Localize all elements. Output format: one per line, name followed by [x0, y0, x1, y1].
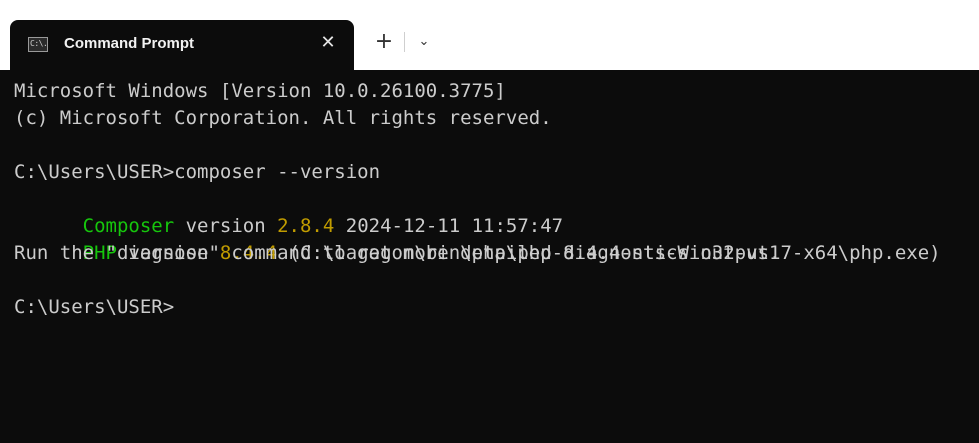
composer-version-line: Composer version 2.8.4 2024-12-11 11:57:… [14, 186, 563, 237]
php-version-line: PHP version 8.4.4 (C:\laragon\bin\php\ph… [14, 213, 941, 264]
cmd-icon-text: C:\. [30, 39, 48, 48]
output-line: Microsoft Windows [Version 10.0.26100.37… [14, 80, 506, 102]
close-icon[interactable]: ✕ [317, 32, 339, 54]
terminal-output[interactable]: Microsoft Windows [Version 10.0.26100.37… [0, 70, 979, 443]
new-tab-button[interactable]: + [371, 29, 397, 55]
terminal-window: C:\. Command Prompt ✕ + ⌄ Microsoft Wind… [0, 0, 979, 443]
command-line: C:\Users\USER>composer --version [14, 161, 381, 183]
output-line: Run the "diagnose" command to get more d… [14, 242, 781, 264]
tab-title: Command Prompt [64, 35, 195, 52]
output-line: (c) Microsoft Corporation. All rights re… [14, 107, 552, 129]
cmd-icon: C:\. [28, 37, 48, 52]
tab-strip: C:\. Command Prompt ✕ + ⌄ [0, 0, 979, 70]
tab-separator [404, 32, 405, 52]
prompt-line[interactable]: C:\Users\USER> [14, 294, 174, 321]
tab-command-prompt[interactable]: C:\. Command Prompt ✕ [10, 20, 354, 70]
chevron-down-icon[interactable]: ⌄ [411, 29, 437, 55]
